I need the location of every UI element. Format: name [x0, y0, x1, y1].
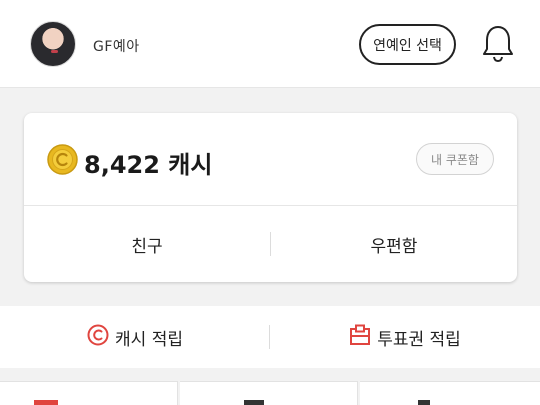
vote-ticket-earn-button[interactable]: 투표권 적립 — [270, 306, 540, 368]
celeb-select-button[interactable]: 연예인 선택 — [359, 24, 456, 65]
friends-tab[interactable]: 친구 — [24, 206, 270, 282]
menu-grid-cell[interactable] — [0, 381, 178, 405]
cash-earn-button[interactable]: 캐시 적립 — [0, 306, 270, 368]
cash-earn-icon — [87, 324, 109, 351]
avatar-detail — [51, 50, 58, 53]
friends-tab-label: 친구 — [131, 236, 163, 257]
menu-icon — [418, 400, 430, 405]
wallet-card: 8,422 캐시 내 쿠폰함 친구 우편함 — [24, 113, 517, 282]
vote-earn-label: 투표권 적립 — [377, 329, 461, 350]
menu-grid-cell[interactable] — [180, 381, 358, 405]
cash-amount: 8,422 캐시 — [84, 151, 213, 179]
menu-icon — [34, 400, 58, 405]
coin-icon — [47, 144, 78, 175]
menu-grid-cell[interactable] — [360, 381, 540, 405]
username[interactable]: GF예아 — [93, 36, 140, 56]
mailbox-tab[interactable]: 우편함 — [271, 206, 517, 282]
my-coupon-button[interactable]: 내 쿠폰함 — [416, 143, 494, 175]
avatar[interactable] — [30, 21, 76, 67]
mailbox-tab-label: 우편함 — [370, 236, 418, 257]
earn-bar: 캐시 적립 투표권 적립 — [0, 306, 540, 368]
top-header: GF예아 연예인 선택 — [0, 0, 540, 88]
ticket-icon — [349, 324, 371, 351]
bell-icon[interactable] — [481, 24, 515, 64]
menu-icon — [244, 400, 264, 405]
cash-earn-label: 캐시 적립 — [115, 329, 183, 350]
menu-grid — [0, 381, 540, 405]
